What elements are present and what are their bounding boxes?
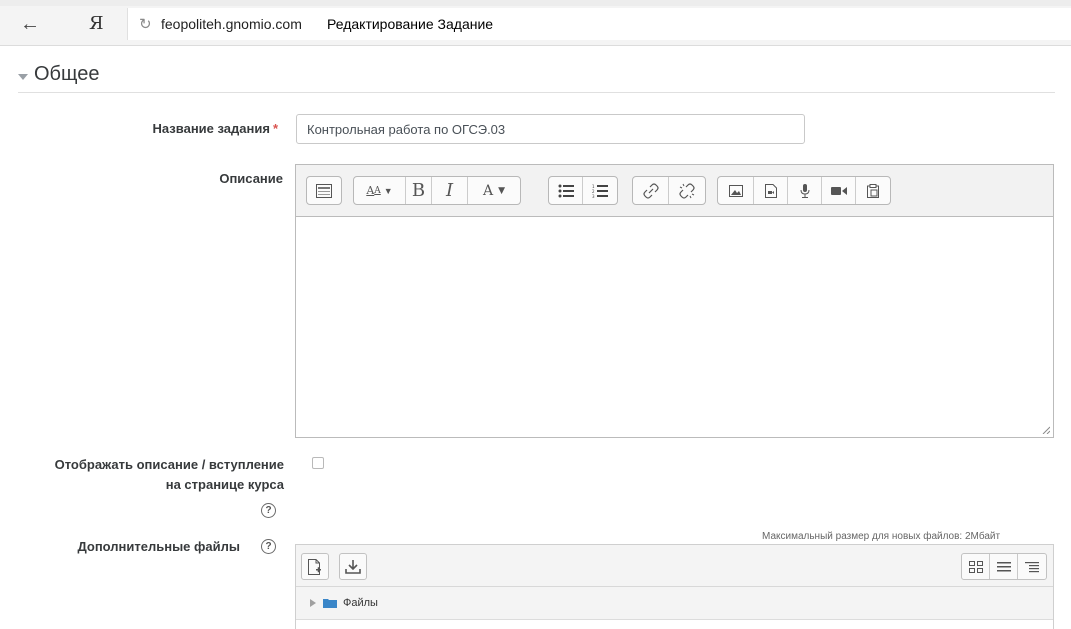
reload-icon[interactable]: ↻ (139, 15, 152, 33)
url-domain: feopoliteh.gnomio.com (161, 16, 302, 32)
font-size-icon[interactable]: A A ▼ (354, 177, 406, 204)
download-all-button[interactable] (339, 553, 367, 580)
toolbar-group-2: A A ▼ B I A ▼ (353, 176, 521, 205)
files-folder-label[interactable]: Файлы (343, 597, 378, 609)
description-text-area[interactable] (296, 217, 1053, 437)
toolbar-group-1 (306, 176, 342, 205)
yandex-logo[interactable]: Я (89, 15, 104, 33)
caret-down-icon (18, 74, 28, 80)
max-file-size-text: Максимальный размер для новых файлов: 2М… (762, 531, 1001, 542)
additional-files-label: Дополнительные файлы (77, 539, 240, 554)
show-description-label: Отображать описание / вступление на стра… (10, 455, 284, 495)
section-divider (18, 92, 1055, 93)
toolbar-group-3: 123 (548, 176, 618, 205)
expand-arrow-icon[interactable] (310, 599, 316, 607)
bold-icon[interactable]: B (406, 177, 432, 204)
file-manager: Файлы (295, 544, 1054, 629)
image-icon[interactable] (718, 177, 754, 204)
view-switcher (961, 553, 1047, 580)
assignment-name-label-text: Название задания (152, 121, 270, 136)
tree-view-icon[interactable] (1018, 554, 1046, 579)
show-description-label-line1: Отображать описание / вступление (54, 457, 284, 472)
toolbar-group-4 (632, 176, 706, 205)
address-bar[interactable]: ↻ feopoliteh.gnomio.com Редактирование З… (127, 8, 1071, 40)
file-manager-toolbar (296, 545, 1053, 587)
record-video-icon[interactable] (822, 177, 856, 204)
description-label: Описание (219, 171, 283, 186)
show-description-label-line2: на странице курса (165, 477, 284, 492)
section-title: Общее (34, 63, 100, 85)
icons-view-icon[interactable] (962, 554, 990, 579)
media-icon[interactable] (754, 177, 788, 204)
font-color-icon[interactable]: A ▼ (468, 177, 520, 204)
page-title: Редактирование Задание (327, 16, 494, 32)
file-manager-path: Файлы (296, 587, 1053, 620)
assignment-name-label: Название задания * (40, 119, 278, 139)
show-description-checkbox[interactable] (312, 457, 324, 469)
toolbar-group-5 (717, 176, 891, 205)
add-file-icon (308, 558, 321, 575)
font-color-glyph: A (482, 182, 494, 199)
folder-icon (323, 599, 337, 608)
help-icon[interactable]: ? (261, 503, 276, 518)
help-icon[interactable]: ? (261, 539, 276, 554)
svg-text:3: 3 (592, 194, 595, 198)
paste-icon[interactable] (856, 177, 890, 204)
list-view-icon[interactable] (990, 554, 1018, 579)
unlink-icon[interactable] (669, 177, 705, 204)
resize-handle-icon[interactable] (1042, 426, 1050, 434)
back-button[interactable]: ← (20, 14, 40, 34)
tab-strip (0, 0, 1071, 6)
download-icon (345, 559, 361, 574)
ordered-list-icon[interactable]: 123 (583, 177, 617, 204)
record-audio-icon[interactable] (788, 177, 822, 204)
assignment-name-input[interactable] (296, 114, 805, 144)
required-icon: * (272, 121, 278, 136)
description-editor: A A ▼ B I A ▼ 123 (295, 164, 1054, 438)
unordered-list-icon[interactable] (549, 177, 583, 204)
italic-icon[interactable]: I (432, 177, 468, 204)
editor-toolbar: A A ▼ B I A ▼ 123 (296, 165, 1053, 217)
add-file-button[interactable] (301, 553, 329, 580)
link-icon[interactable] (633, 177, 669, 204)
browser-toolbar: ← Я ↻ feopoliteh.gnomio.com Редактирован… (0, 0, 1071, 46)
toggle-toolbar-icon[interactable] (307, 177, 341, 204)
